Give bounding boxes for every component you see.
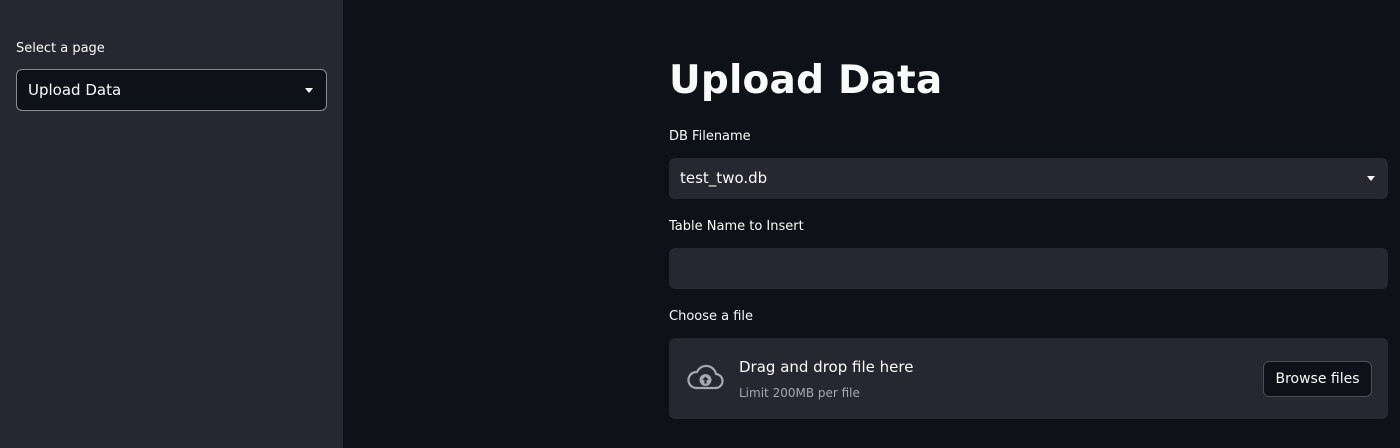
db-filename-label: DB Filename <box>669 129 751 144</box>
file-upload-label: Choose a file <box>669 309 754 324</box>
app: Select a page Upload Data Upload Data DB… <box>0 0 1400 448</box>
chevron-down-icon <box>1367 176 1375 181</box>
cloud-upload-icon <box>687 364 724 390</box>
dropzone-title: Drag and drop file here <box>739 358 914 376</box>
browse-files-button[interactable]: Browse files <box>1263 361 1372 397</box>
chevron-down-icon <box>305 88 313 93</box>
table-name-input[interactable] <box>669 248 1388 289</box>
table-name-label: Table Name to Insert <box>669 219 804 234</box>
db-filename-value: test_two.db <box>680 169 768 187</box>
sidebar: Select a page Upload Data <box>0 0 343 448</box>
page-title: Upload Data <box>669 58 943 103</box>
page-select-label: Select a page <box>16 41 105 56</box>
dropzone-limit: Limit 200MB per file <box>739 386 860 400</box>
page-select[interactable]: Upload Data <box>16 69 327 111</box>
db-filename-select[interactable]: test_two.db <box>669 158 1388 199</box>
file-dropzone[interactable]: Drag and drop file here Limit 200MB per … <box>669 338 1388 419</box>
page-select-value: Upload Data <box>28 81 122 99</box>
